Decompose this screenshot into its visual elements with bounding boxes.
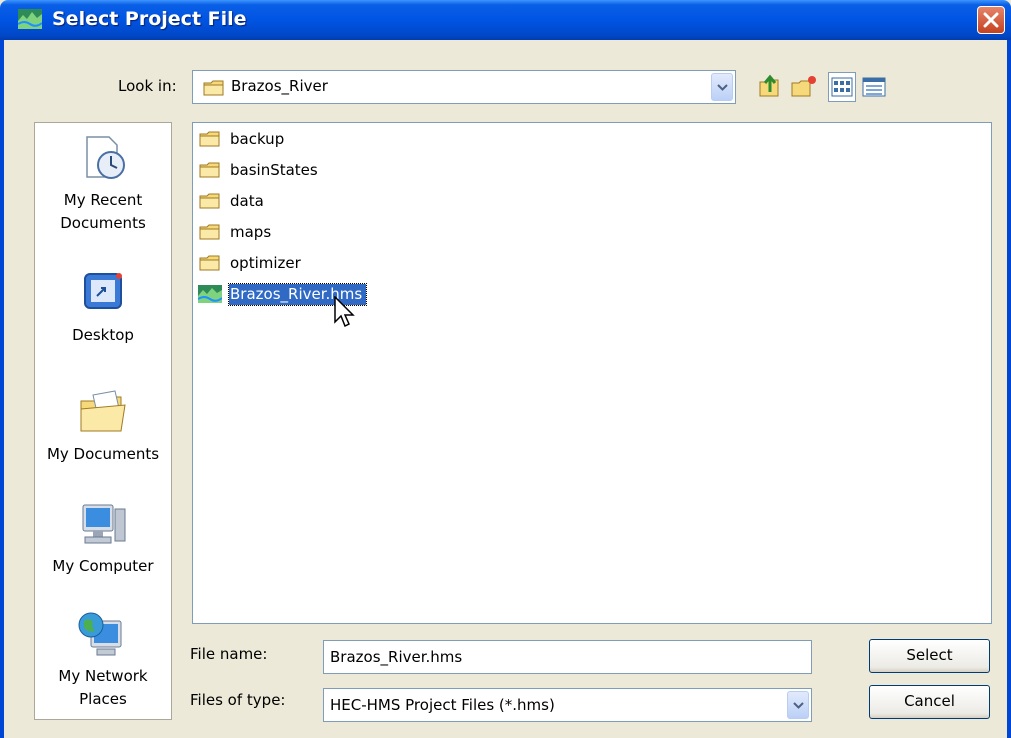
list-view-icon <box>831 77 853 97</box>
place-my-computer[interactable]: My Computer <box>35 499 171 578</box>
list-item[interactable]: data <box>197 189 268 213</box>
place-my-documents[interactable]: My Documents <box>35 387 171 466</box>
file-list[interactable]: backup basinStates data maps optimizer B… <box>192 122 992 624</box>
list-view-button[interactable] <box>828 72 856 102</box>
window-border-right <box>1007 40 1011 738</box>
place-my-network-places[interactable]: My Network Places <box>35 609 171 711</box>
place-label-line1: My Recent <box>63 191 143 209</box>
look-in-value: Brazos_River <box>231 77 328 95</box>
list-item[interactable]: optimizer <box>197 251 305 275</box>
file-type-dropdown[interactable]: HEC-HMS Project Files (*.hms) <box>323 688 812 722</box>
file-type-value: HEC-HMS Project Files (*.hms) <box>330 696 555 714</box>
folder-icon <box>197 252 223 274</box>
mouse-cursor-icon <box>334 296 355 328</box>
place-label: My Documents <box>46 445 160 463</box>
list-item[interactable]: maps <box>197 220 275 244</box>
my-documents-icon <box>75 387 131 439</box>
cancel-button[interactable]: Cancel <box>869 685 990 719</box>
look-in-label: Look in: <box>118 77 177 95</box>
file-name: optimizer <box>230 253 301 272</box>
folder-icon <box>197 159 223 181</box>
window-border-left <box>0 40 4 738</box>
look-in-dropdown-button[interactable] <box>711 73 733 101</box>
chevron-down-icon <box>717 84 728 91</box>
select-button[interactable]: Select <box>869 639 990 673</box>
file-type-label: Files of type: <box>190 691 286 709</box>
place-label-line2: Documents <box>60 214 146 232</box>
up-one-level-icon <box>759 74 779 97</box>
folder-icon <box>197 221 223 243</box>
details-view-button[interactable] <box>860 72 888 102</box>
my-computer-icon <box>75 499 131 551</box>
chevron-down-icon <box>793 702 804 709</box>
hec-hms-icon <box>17 9 43 29</box>
create-new-folder-button[interactable] <box>790 72 818 102</box>
place-desktop[interactable]: Desktop <box>35 268 171 347</box>
place-my-recent-documents[interactable]: My Recent Documents <box>35 133 171 235</box>
places-bar: My Recent Documents Desktop My Documents… <box>34 122 172 720</box>
list-item[interactable]: basinStates <box>197 158 322 182</box>
close-icon <box>983 12 999 28</box>
title-bar[interactable]: Select Project File <box>0 0 1011 40</box>
details-view-icon <box>862 77 886 97</box>
folder-icon <box>203 80 225 100</box>
select-project-file-dialog: Select Project File Look in: Brazos_Rive… <box>0 0 1011 738</box>
file-name: backup <box>230 129 285 148</box>
file-name: data <box>230 191 264 210</box>
desktop-icon <box>75 268 131 320</box>
file-type-dropdown-button[interactable] <box>787 691 809 719</box>
look-in-dropdown[interactable]: Brazos_River <box>192 70 736 104</box>
folder-icon <box>197 190 223 212</box>
place-label: My Computer <box>52 557 154 575</box>
up-one-level-button[interactable] <box>756 72 784 102</box>
file-name: maps <box>230 222 272 241</box>
hec-hms-file-icon <box>197 283 223 305</box>
recent-documents-icon <box>75 133 131 185</box>
create-new-folder-icon <box>791 76 816 97</box>
place-label-line2: Places <box>79 690 127 708</box>
list-item[interactable]: backup <box>197 127 288 151</box>
file-name: basinStates <box>230 160 318 179</box>
file-name-label: File name: <box>190 645 268 663</box>
folder-icon <box>197 128 223 150</box>
place-label-line1: My Network <box>58 667 148 685</box>
close-button[interactable] <box>977 6 1005 34</box>
network-places-icon <box>75 609 131 661</box>
place-label: Desktop <box>72 326 134 344</box>
dialog-title: Select Project File <box>52 8 247 30</box>
file-name-input[interactable]: Brazos_River.hms <box>323 640 812 674</box>
